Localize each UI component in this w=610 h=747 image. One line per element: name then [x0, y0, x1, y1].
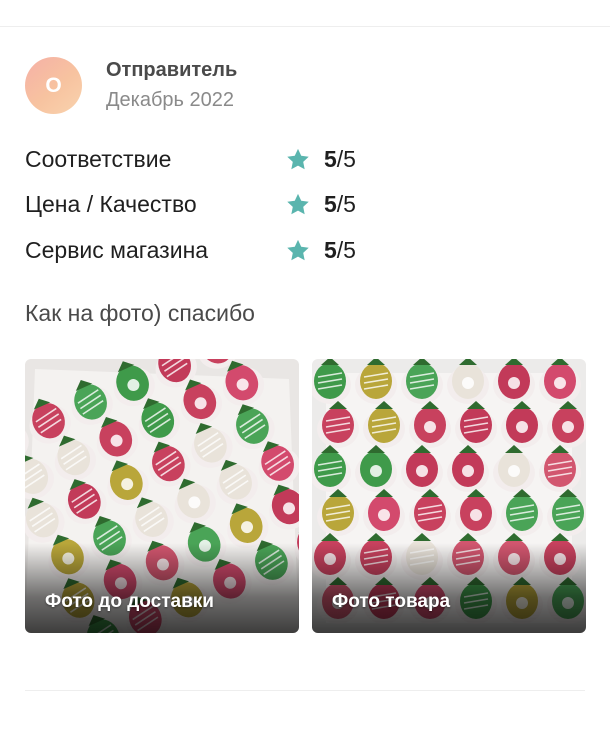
rating-value: 5/5: [324, 235, 356, 265]
rating-label: Сервис магазина: [25, 237, 209, 263]
photo-product[interactable]: Фото товара: [312, 359, 586, 633]
snowflake-decoration: [508, 465, 520, 477]
photo-shade: [312, 543, 586, 633]
rating-row-price-quality: Цена / Качество 5/5: [25, 189, 385, 219]
snowflake-decoration: [462, 465, 474, 477]
rating-max: /5: [336, 146, 356, 172]
snowflake-decoration: [470, 509, 482, 521]
rating-row-shop-service: Сервис магазина 5/5: [25, 235, 385, 265]
snowflake-decoration: [370, 465, 382, 477]
star-icon: [287, 193, 309, 215]
rating-label: Соответствие: [25, 146, 172, 172]
top-divider: [0, 26, 610, 27]
review-date: Декабрь 2022: [106, 89, 235, 111]
avatar-letter: О: [45, 73, 62, 97]
avatar: О: [25, 57, 82, 114]
bottom-divider: [25, 690, 585, 691]
snowflake-decoration: [424, 421, 436, 433]
star-icon: [287, 239, 309, 261]
snowflake-decoration: [516, 421, 528, 433]
rating-max: /5: [336, 191, 356, 217]
snowflake-decoration: [508, 377, 520, 389]
snowflake-decoration: [554, 377, 566, 389]
photo-caption: Фото товара: [332, 591, 451, 612]
sender-name: Отправитель: [106, 59, 238, 81]
rating-label: Цена / Качество: [25, 191, 197, 217]
rating-value: 5/5: [324, 144, 356, 174]
rating-value: 5/5: [324, 189, 356, 219]
rating-score: 5: [324, 146, 337, 172]
rating-score: 5: [324, 191, 337, 217]
photo-caption: Фото до доставки: [45, 591, 214, 612]
rating-max: /5: [336, 237, 356, 263]
star-icon: [287, 148, 309, 170]
snowflake-decoration: [562, 421, 574, 433]
photo-before-delivery[interactable]: Фото до доставки: [25, 359, 299, 633]
rating-score: 5: [324, 237, 337, 263]
rating-row-conformity: Соответствие 5/5: [25, 144, 385, 174]
photo-shade: [25, 543, 299, 633]
snowflake-decoration: [462, 377, 474, 389]
review-text: Как на фото) спасибо: [25, 300, 255, 326]
snowflake-decoration: [378, 509, 390, 521]
snowflake-decoration: [416, 465, 428, 477]
